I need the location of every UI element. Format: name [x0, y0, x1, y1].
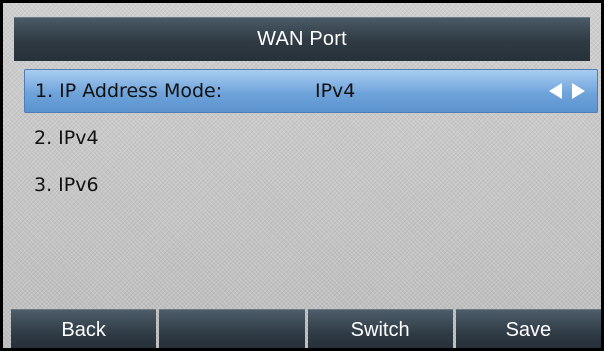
arrow-right-icon[interactable] [572, 83, 585, 99]
page-title: WAN Port [257, 28, 347, 50]
save-label: Save [505, 319, 552, 341]
switch-label: Switch [350, 319, 410, 341]
empty-softkey[interactable] [159, 309, 305, 348]
back-softkey[interactable]: Back [11, 309, 157, 348]
arrow-left-icon[interactable] [549, 83, 562, 99]
menu-item-ipv4[interactable]: 2. IPv4 [24, 116, 598, 160]
menu-item-label: 1. IP Address Mode: [35, 80, 223, 102]
menu-item-ipv6[interactable]: 3. IPv6 [24, 163, 598, 207]
switch-softkey[interactable]: Switch [307, 309, 453, 348]
menu-list: 1. IP Address Mode: IPv4 2. IPv4 3. IPv6 [24, 69, 598, 210]
back-label: Back [61, 319, 106, 341]
menu-item-label: 3. IPv6 [34, 174, 99, 196]
menu-item-label: 2. IPv4 [34, 127, 99, 149]
title-bar: WAN Port [14, 17, 590, 61]
value-switcher[interactable] [549, 83, 585, 99]
save-softkey[interactable]: Save [455, 309, 601, 348]
menu-item-ip-address-mode[interactable]: 1. IP Address Mode: IPv4 [24, 69, 598, 113]
softkey-bar: Back Switch Save [11, 309, 601, 348]
phone-screen: WAN Port 1. IP Address Mode: IPv4 2. IPv… [0, 0, 604, 351]
ip-mode-value: IPv4 [315, 80, 356, 102]
